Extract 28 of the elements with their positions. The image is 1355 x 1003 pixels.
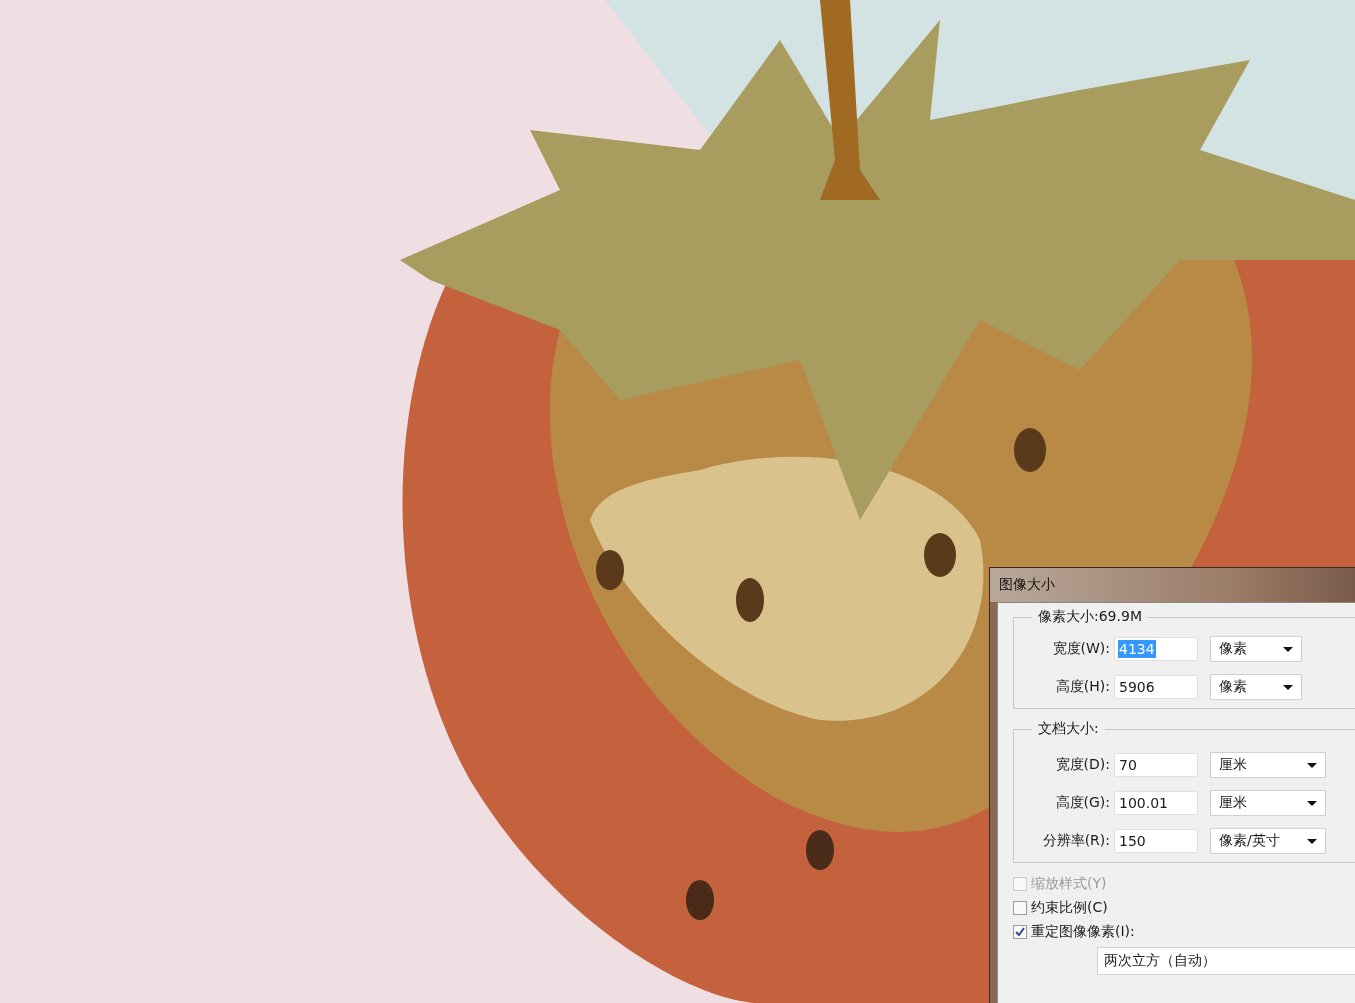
- caret-icon: [1307, 800, 1317, 806]
- method-dropdown[interactable]: 两次立方（自动）: [1097, 947, 1355, 975]
- unit-dropdown[interactable]: 像素: [1210, 636, 1302, 662]
- field-label: 宽度(D):: [1054, 756, 1111, 774]
- input-field[interactable]: 100.01: [1114, 791, 1198, 815]
- checkbox-label: 缩放样式(Y): [1031, 875, 1107, 893]
- group-legend: 文档大小:: [1032, 720, 1105, 738]
- unit-dropdown[interactable]: 像素: [1210, 674, 1302, 700]
- input-field[interactable]: 150: [1114, 829, 1198, 853]
- checkbox[interactable]: [1013, 901, 1027, 915]
- checkbox-label: 约束比例(C): [1031, 899, 1108, 917]
- caret-icon: [1307, 762, 1317, 768]
- window-title: 图像大小: [999, 576, 1055, 594]
- caret-icon: [1283, 646, 1293, 652]
- caret-icon: [1283, 684, 1293, 690]
- unit-dropdown[interactable]: 厘米: [1210, 790, 1326, 816]
- group-legend: 像素大小:69.9M: [1032, 608, 1148, 626]
- field-label: 高度(G):: [1054, 794, 1111, 812]
- field-label: 宽度(W):: [1051, 640, 1111, 658]
- unit-dropdown[interactable]: 像素/英寸: [1210, 828, 1326, 854]
- input-field[interactable]: 5906: [1114, 675, 1198, 699]
- field-label: 分辨率(R):: [1041, 832, 1111, 850]
- caret-icon: [1307, 838, 1317, 844]
- checkbox[interactable]: [1013, 925, 1027, 939]
- field-label: 高度(H):: [1054, 678, 1111, 696]
- checkbox-label: 重定图像像素(I):: [1031, 923, 1135, 941]
- input-field[interactable]: 70: [1114, 753, 1198, 777]
- unit-dropdown[interactable]: 厘米: [1210, 752, 1326, 778]
